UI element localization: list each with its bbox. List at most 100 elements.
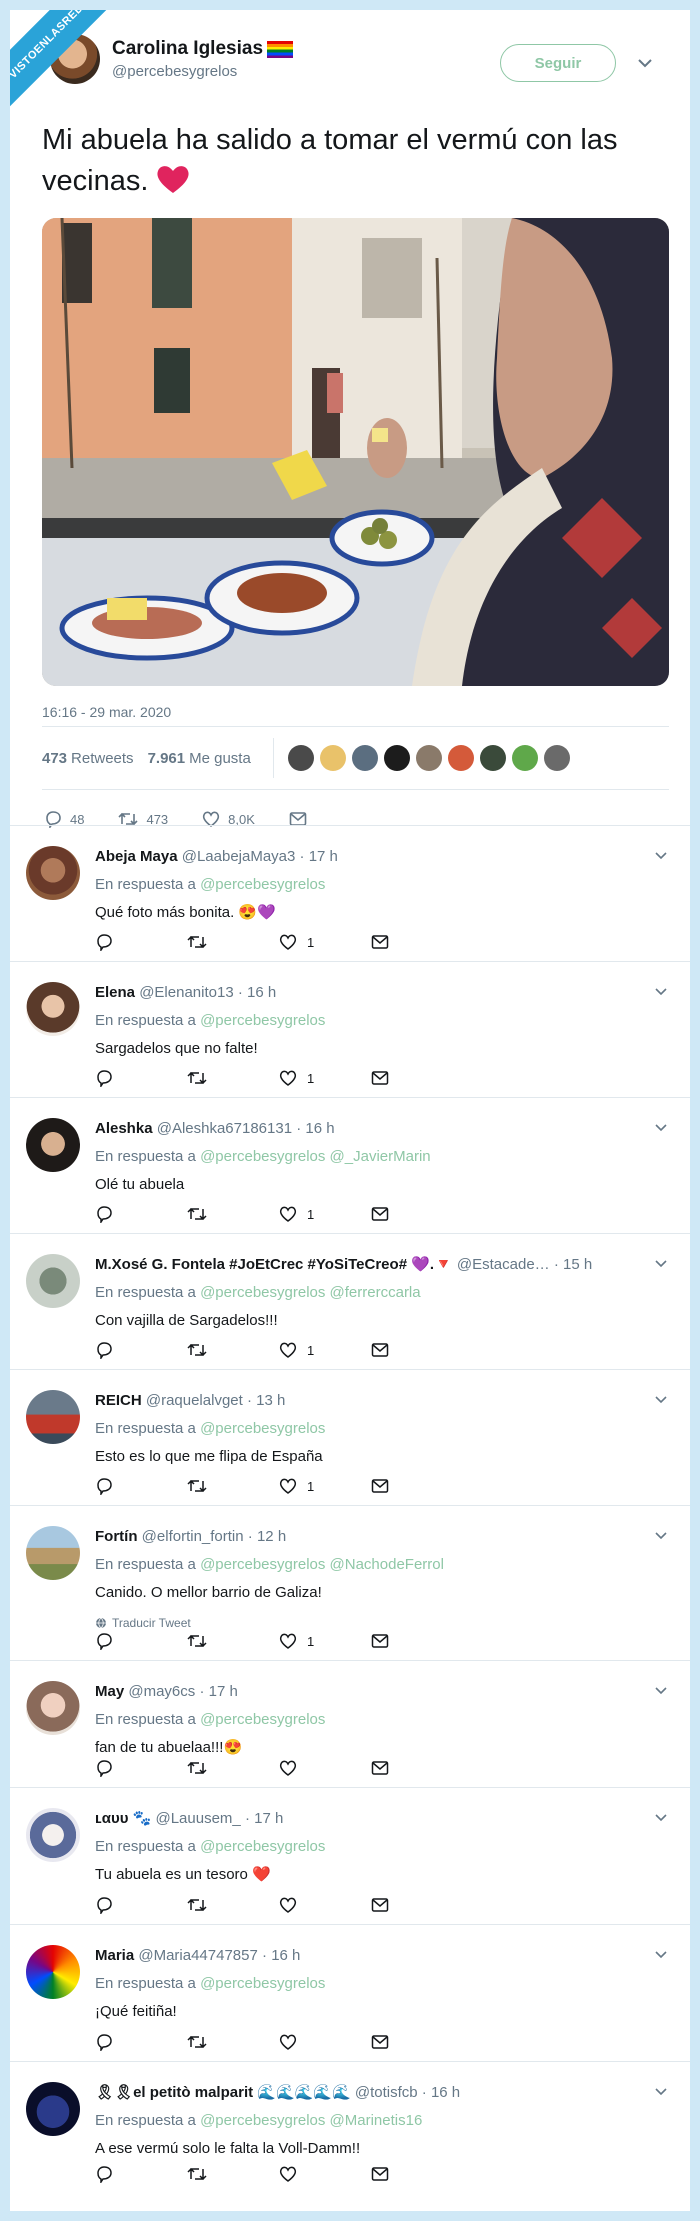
- reply-tweet[interactable]: Elena @Elenanito13 · 16 h En respuesta a…: [10, 962, 690, 1098]
- message-action[interactable]: [371, 934, 463, 950]
- reply-tweet[interactable]: Abeja Maya @LaabejaMaya3 · 17 h En respu…: [10, 826, 690, 962]
- reply-author-name[interactable]: May: [95, 1683, 124, 1700]
- chevron-down-icon[interactable]: [654, 1947, 668, 1961]
- liker-avatar[interactable]: [447, 745, 474, 771]
- in-reply-to-link[interactable]: @percebesygrelos: [200, 1838, 325, 1855]
- retweet-action[interactable]: [187, 1069, 279, 1087]
- avatar[interactable]: [26, 1681, 80, 1735]
- message-action[interactable]: [371, 2166, 463, 2182]
- reply-time[interactable]: 16 h: [247, 984, 276, 1001]
- author-handle[interactable]: @percebesygrelos: [112, 63, 293, 80]
- reply-time[interactable]: 13 h: [256, 1392, 285, 1409]
- message-action[interactable]: [371, 1070, 463, 1086]
- message-action[interactable]: [371, 1206, 463, 1222]
- message-action[interactable]: [371, 1897, 463, 1913]
- reply-tweet[interactable]: REICH @raquelalvget · 13 h En respuesta …: [10, 1370, 690, 1506]
- avatar[interactable]: [26, 1118, 80, 1172]
- liker-avatar[interactable]: [511, 745, 538, 771]
- chevron-down-icon[interactable]: [654, 1120, 668, 1134]
- reply-author-name[interactable]: Maria: [95, 1947, 134, 1964]
- reply-action[interactable]: [95, 1205, 187, 1223]
- reply-tweet[interactable]: Aleshka @Aleshka67186131 · 16 h En respu…: [10, 1098, 690, 1234]
- reply-author-handle[interactable]: @LaabejaMaya3: [182, 848, 296, 865]
- message-action[interactable]: [371, 1342, 463, 1358]
- like-action[interactable]: 1: [279, 1205, 371, 1223]
- in-reply-to-link[interactable]: @percebesygrelos: [200, 1711, 325, 1728]
- reply-tweet[interactable]: Maria @Maria44747857 · 16 h En respuesta…: [10, 1925, 690, 2062]
- retweet-action[interactable]: [187, 1205, 279, 1223]
- retweets-stat[interactable]: 473 Retweets: [42, 750, 134, 767]
- avatar[interactable]: [26, 1390, 80, 1444]
- reply-action[interactable]: [95, 1341, 187, 1359]
- liker-avatar[interactable]: [383, 745, 410, 771]
- chevron-down-icon[interactable]: [654, 984, 668, 998]
- chevron-down-icon[interactable]: [654, 1256, 668, 1270]
- chevron-down-icon[interactable]: [654, 848, 668, 862]
- reply-author-name[interactable]: 🎗🎗el petitò malparit 🌊🌊🌊🌊🌊: [95, 2084, 351, 2101]
- chevron-down-icon[interactable]: [654, 1528, 668, 1542]
- message-action[interactable]: [371, 1760, 463, 1776]
- avatar[interactable]: [26, 2082, 80, 2136]
- liker-avatar[interactable]: [287, 745, 314, 771]
- avatar[interactable]: [26, 1254, 80, 1308]
- follow-button[interactable]: Seguir: [500, 44, 616, 82]
- liker-avatar[interactable]: [319, 745, 346, 771]
- liker-avatar[interactable]: [479, 745, 506, 771]
- like-action[interactable]: [279, 1896, 371, 1914]
- reply-action[interactable]: [95, 1069, 187, 1087]
- reply-action[interactable]: [95, 2165, 187, 2183]
- like-action[interactable]: 1: [279, 1069, 371, 1087]
- reply-time[interactable]: 16 h: [271, 1947, 300, 1964]
- reply-author-handle[interactable]: @may6cs: [128, 1683, 195, 1700]
- reply-action[interactable]: [95, 2033, 187, 2051]
- like-action[interactable]: 1: [279, 1341, 371, 1359]
- like-action[interactable]: 1: [279, 933, 371, 951]
- reply-author-name[interactable]: Fortín: [95, 1528, 138, 1545]
- chevron-down-icon[interactable]: [654, 2084, 668, 2098]
- reply-author-handle[interactable]: @Maria44747857: [138, 1947, 257, 1964]
- reply-tweet[interactable]: Fortín @elfortin_fortin · 12 h En respue…: [10, 1506, 690, 1661]
- reply-time[interactable]: 16 h: [305, 1120, 334, 1137]
- reply-time[interactable]: 15 h: [563, 1256, 592, 1273]
- reply-tweet[interactable]: 🎗🎗el petitò malparit 🌊🌊🌊🌊🌊 @totisfcb · 1…: [10, 2062, 690, 2193]
- like-action[interactable]: [279, 2165, 371, 2183]
- liker-avatar[interactable]: [543, 745, 570, 771]
- avatar[interactable]: [26, 1945, 80, 1999]
- reply-author-name[interactable]: REICH: [95, 1392, 142, 1409]
- reply-time[interactable]: 17 h: [254, 1810, 283, 1827]
- reply-author-handle[interactable]: @Elenanito13: [139, 984, 233, 1001]
- reply-action[interactable]: [95, 1759, 187, 1777]
- retweet-action[interactable]: [187, 933, 279, 951]
- like-action[interactable]: 1: [279, 1477, 371, 1495]
- tweet-photo[interactable]: [42, 218, 669, 686]
- reply-tweet[interactable]: May @may6cs · 17 h En respuesta a @perce…: [10, 1661, 690, 1788]
- like-action[interactable]: [279, 2033, 371, 2051]
- chevron-down-icon[interactable]: [654, 1683, 668, 1697]
- retweet-action[interactable]: [187, 1341, 279, 1359]
- reply-author-handle[interactable]: @Aleshka67186131: [157, 1120, 292, 1137]
- in-reply-to-link[interactable]: @percebesygrelos: [200, 1420, 325, 1437]
- reply-action[interactable]: [95, 1632, 187, 1650]
- reply-author-handle[interactable]: @Estacade…: [457, 1256, 550, 1273]
- retweet-action[interactable]: [187, 1759, 279, 1777]
- in-reply-to-link[interactable]: @percebesygrelos: [200, 1012, 325, 1029]
- reply-time[interactable]: 12 h: [257, 1528, 286, 1545]
- reply-author-handle[interactable]: @Lauusem_: [155, 1810, 240, 1827]
- reply-author-handle[interactable]: @elfortin_fortin: [142, 1528, 244, 1545]
- avatar[interactable]: [26, 982, 80, 1036]
- like-action[interactable]: 1: [279, 1632, 371, 1650]
- tweet-timestamp[interactable]: 16:16 - 29 mar. 2020: [34, 704, 664, 726]
- reply-author-handle[interactable]: @raquelalvget: [146, 1392, 243, 1409]
- liker-avatar[interactable]: [351, 745, 378, 771]
- reply-action[interactable]: [95, 933, 187, 951]
- message-action[interactable]: [371, 2034, 463, 2050]
- like-action[interactable]: [279, 1759, 371, 1777]
- reply-author-name[interactable]: M.Xosé G. Fontela #JoEtCrec #YoSiTeCreo#…: [95, 1256, 453, 1273]
- translate-tweet-link[interactable]: Traducir Tweet: [95, 1616, 646, 1630]
- chevron-down-icon[interactable]: [636, 54, 654, 72]
- likes-stat[interactable]: 7.961 Me gusta: [148, 750, 251, 767]
- retweet-action[interactable]: [187, 1632, 279, 1650]
- reply-action[interactable]: [95, 1477, 187, 1495]
- reply-author-name[interactable]: ʟαυυ 🐾: [95, 1810, 151, 1827]
- reply-author-name[interactable]: Aleshka: [95, 1120, 153, 1137]
